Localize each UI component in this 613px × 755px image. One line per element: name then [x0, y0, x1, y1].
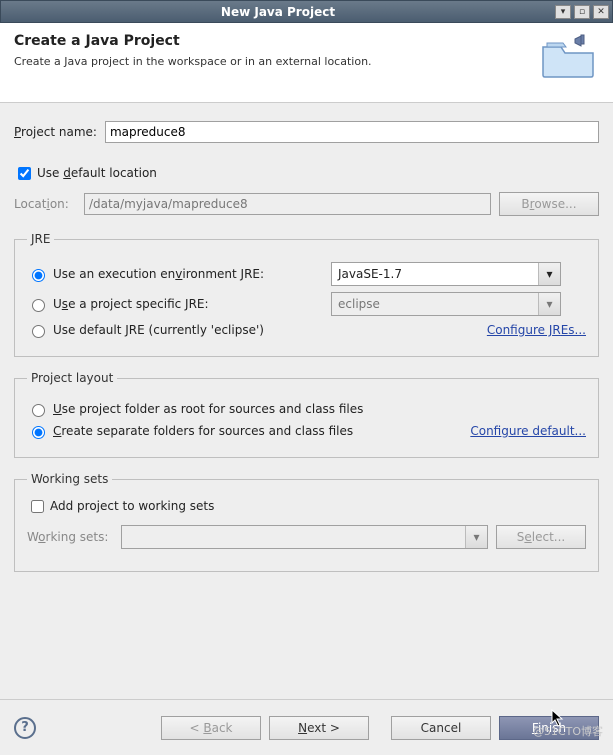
use-default-location-checkbox[interactable] [18, 167, 31, 180]
minimize-button[interactable]: ▾ [555, 5, 571, 19]
next-button[interactable]: Next > [269, 716, 369, 740]
jre-project-specific-radio[interactable] [32, 299, 45, 312]
jre-default-radio[interactable] [32, 325, 45, 338]
configure-default-link[interactable]: Configure default... [470, 424, 586, 438]
layout-separate-row: Create separate folders for sources and … [27, 423, 586, 439]
project-layout-group: Project layout Use project folder as roo… [14, 371, 599, 458]
help-icon[interactable]: ? [14, 717, 36, 739]
close-button[interactable]: ✕ [593, 5, 609, 19]
chevron-down-icon: ▾ [465, 526, 487, 548]
window-title: New Java Project [1, 5, 555, 19]
chevron-down-icon: ▾ [538, 293, 560, 315]
dialog-header: Create a Java Project Create a Java proj… [0, 23, 613, 103]
jre-project-specific-combo: eclipse ▾ [331, 292, 561, 316]
layout-root-radio[interactable] [32, 404, 45, 417]
working-sets-legend: Working sets [27, 472, 112, 486]
layout-root-label: Use project folder as root for sources a… [53, 402, 363, 416]
layout-separate-radio[interactable] [32, 426, 45, 439]
jre-project-specific-row: Use a project specific JRE: eclipse ▾ [27, 292, 586, 316]
jre-project-specific-label: Use a project specific JRE: [53, 297, 331, 311]
dialog-content: Project name: Use default location Locat… [0, 103, 613, 699]
jre-legend: JRE [27, 232, 54, 246]
project-layout-legend: Project layout [27, 371, 117, 385]
add-working-sets-checkbox[interactable] [31, 500, 44, 513]
wizard-folder-icon [539, 33, 599, 84]
configure-jres-link[interactable]: Configure JREs... [487, 323, 586, 337]
layout-root-row: Use project folder as root for sources a… [27, 401, 586, 417]
add-working-sets-label: Add project to working sets [50, 499, 214, 513]
use-default-location-label: Use default location [37, 166, 157, 180]
jre-exec-env-label: Use an execution environment JRE: [53, 267, 331, 281]
working-sets-label: Working sets: [27, 530, 113, 544]
location-label: Location: [14, 197, 76, 211]
chevron-down-icon: ▾ [538, 263, 560, 285]
cancel-button[interactable]: Cancel [391, 716, 491, 740]
layout-separate-label: Create separate folders for sources and … [53, 424, 470, 438]
browse-button: Browse... [499, 192, 599, 216]
jre-exec-env-row: Use an execution environment JRE: JavaSE… [27, 262, 586, 286]
dialog-footer: ? < Back Next > Cancel Finish [0, 699, 613, 755]
page-title: Create a Java Project [14, 33, 539, 49]
working-sets-group: Working sets Add project to working sets… [14, 472, 599, 572]
jre-exec-env-radio[interactable] [32, 269, 45, 282]
add-working-sets-row: Add project to working sets [27, 496, 586, 515]
project-name-label: Project name: [14, 125, 97, 139]
working-sets-combo: ▾ [121, 525, 488, 549]
titlebar: New Java Project ▾ ▫ ✕ [0, 0, 613, 23]
location-row: Location: Browse... [14, 192, 599, 216]
project-name-row: Project name: [14, 121, 599, 143]
location-input [84, 193, 491, 215]
working-sets-select-button: Select... [496, 525, 586, 549]
project-name-input[interactable] [105, 121, 599, 143]
jre-default-row: Use default JRE (currently 'eclipse') Co… [27, 322, 586, 338]
maximize-button[interactable]: ▫ [574, 5, 590, 19]
jre-group: JRE Use an execution environment JRE: Ja… [14, 232, 599, 357]
use-default-location-row: Use default location [14, 163, 599, 182]
watermark: @51CTO博客 [533, 723, 603, 739]
jre-exec-env-combo[interactable]: JavaSE-1.7 ▾ [331, 262, 561, 286]
working-sets-select-row: Working sets: ▾ Select... [27, 525, 586, 549]
page-subtitle: Create a Java project in the workspace o… [14, 55, 539, 68]
jre-default-label: Use default JRE (currently 'eclipse') [53, 323, 487, 337]
back-button: < Back [161, 716, 261, 740]
